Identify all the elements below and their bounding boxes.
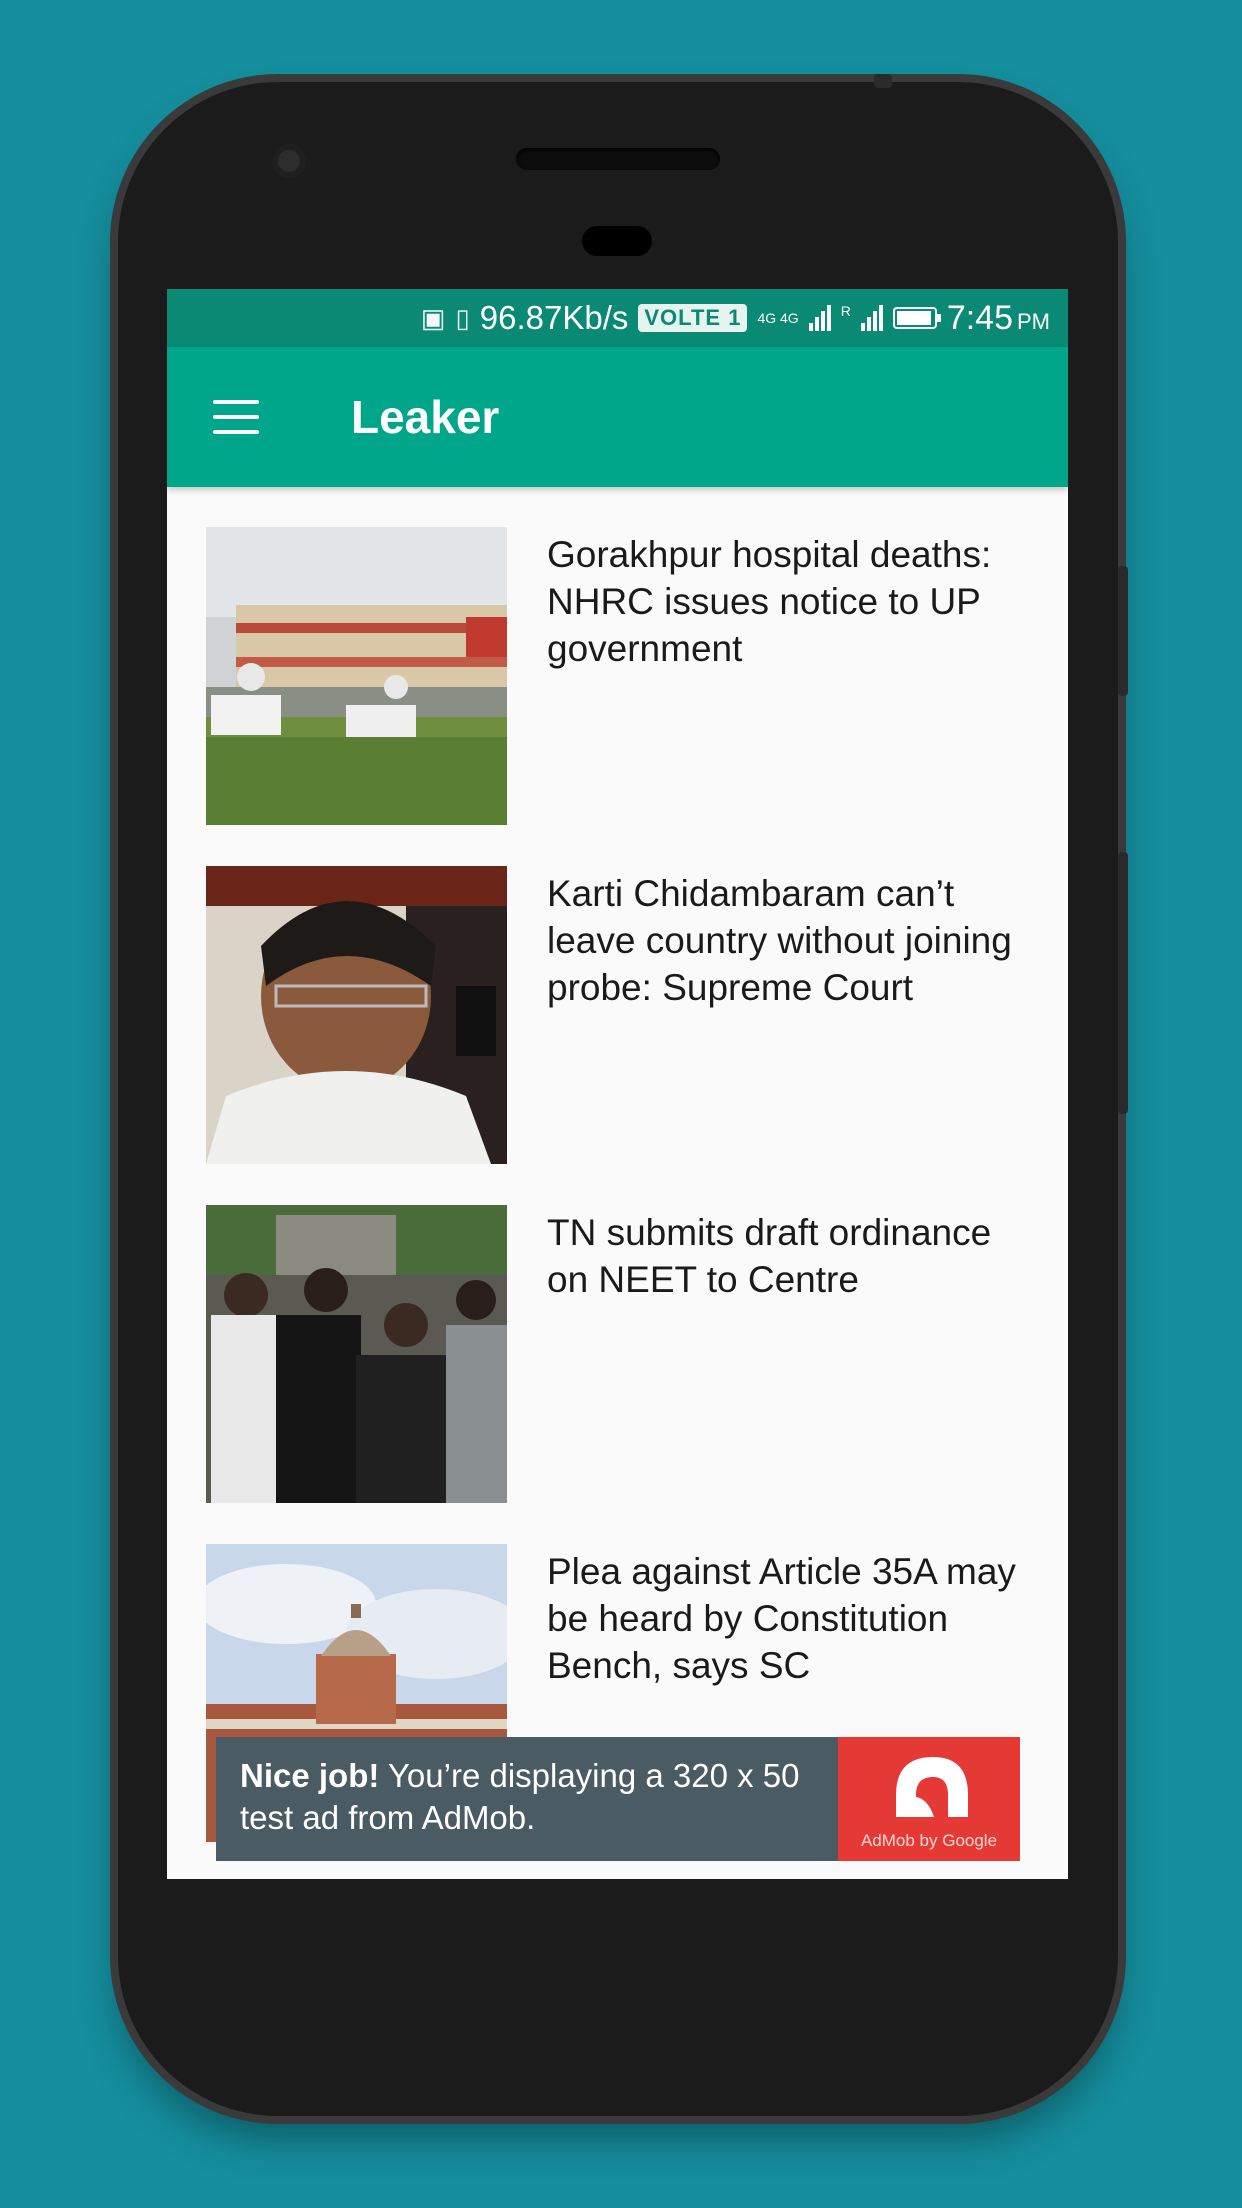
vibrate-icon: ▯ <box>455 302 470 333</box>
app-bar: Leaker <box>167 347 1068 487</box>
news-item[interactable]: Karti Chidambaram can’t leave country wi… <box>206 866 1046 1166</box>
signal-strength-icon <box>808 305 831 331</box>
news-thumbnail <box>206 866 507 1164</box>
front-camera <box>272 144 306 178</box>
news-thumbnail <box>206 527 507 825</box>
news-headline: Plea against Article 35A may be heard by… <box>547 1551 1016 1686</box>
ad-text: Nice job! You’re displaying a 320 x 50 t… <box>216 1737 838 1861</box>
admob-logo: AdMob by Google <box>838 1737 1020 1861</box>
screenshot-icon: ▣ <box>420 302 446 333</box>
screen: ▣ ▯ 96.87Kb/s VOLTE 1 4G 4G R 7:45 PM Lea… <box>167 289 1068 1879</box>
news-thumbnail <box>206 1205 507 1503</box>
news-headline: Karti Chidambaram can’t leave country wi… <box>547 873 1012 1008</box>
power-button <box>1118 566 1128 696</box>
top-antenna-notch <box>874 74 892 88</box>
status-bar: ▣ ▯ 96.87Kb/s VOLTE 1 4G 4G R 7:45 PM <box>167 289 1068 347</box>
network-speed: 96.87Kb/s <box>479 299 629 336</box>
volume-button <box>1118 852 1128 1114</box>
news-item[interactable]: TN submits draft ordinance on NEET to Ce… <box>206 1205 1046 1505</box>
hamburger-menu-icon[interactable] <box>213 400 259 434</box>
roaming-label: R <box>840 303 851 319</box>
volte-badge: VOLTE 1 <box>638 304 748 332</box>
news-headline: TN submits draft ordinance on NEET to Ce… <box>547 1212 992 1300</box>
admob-banner-ad[interactable]: Nice job! You’re displaying a 320 x 50 t… <box>216 1737 1020 1861</box>
news-item[interactable]: Gorakhpur hospital deaths: NHRC issues n… <box>206 527 1046 827</box>
network-type-label: 4G 4G <box>757 310 799 326</box>
news-headline: Gorakhpur hospital deaths: NHRC issues n… <box>547 534 992 669</box>
proximity-sensor <box>582 226 652 256</box>
app-title: Leaker <box>351 391 500 443</box>
ad-bold-text: Nice job! <box>240 1757 380 1794</box>
news-feed[interactable]: Gorakhpur hospital deaths: NHRC issues n… <box>167 487 1068 1879</box>
clock: 7:45 PM <box>946 298 1050 337</box>
ad-logo-caption: AdMob by Google <box>860 1831 998 1850</box>
earpiece-speaker <box>516 148 720 170</box>
signal-strength-2-icon <box>860 305 883 331</box>
battery-icon <box>892 307 941 329</box>
